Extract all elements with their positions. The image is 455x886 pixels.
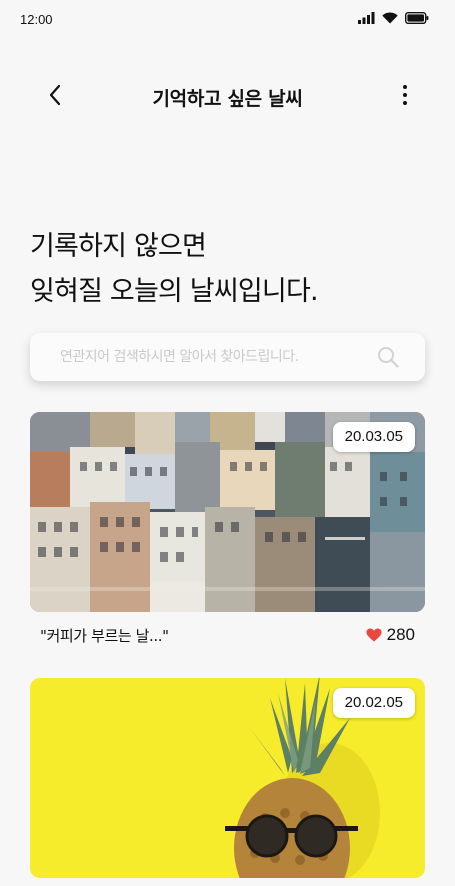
signal-icon: [358, 12, 375, 24]
headline-line-1: 기록하지 않으면: [30, 231, 207, 262]
status-icons: [358, 12, 429, 24]
like-button[interactable]: 280: [366, 625, 415, 645]
post-card[interactable]: 20.02.05: [30, 678, 425, 878]
more-vertical-icon-dot: [403, 93, 407, 97]
heart-icon: [366, 628, 382, 642]
like-count: 280: [386, 625, 415, 644]
headline: 기록하지 않으면 잊혀질 오늘의 날씨입니다.: [30, 224, 430, 314]
post-card[interactable]: 20.03.05: [30, 412, 425, 612]
more-vertical-icon-dot: [403, 101, 407, 105]
status-time: 12:00: [20, 12, 53, 27]
post-caption: "커피가 부르는 날...": [40, 627, 169, 645]
date-badge: 20.02.05: [332, 688, 415, 718]
search-icon[interactable]: [377, 346, 399, 368]
battery-icon: [405, 12, 429, 24]
search-box: [30, 333, 425, 381]
more-options-button[interactable]: [395, 80, 415, 110]
app-bar: 기억하고 싶은 날씨: [0, 70, 455, 122]
search-input[interactable]: [30, 333, 370, 381]
headline-line-2: 잊혀질 오늘의 날씨입니다.: [30, 276, 319, 307]
date-badge: 20.03.05: [332, 422, 415, 452]
status-bar: 12:00: [0, 0, 455, 40]
more-vertical-icon: [403, 85, 407, 89]
wifi-icon: [382, 12, 398, 24]
page-title: 기억하고 싶은 날씨: [152, 88, 303, 110]
